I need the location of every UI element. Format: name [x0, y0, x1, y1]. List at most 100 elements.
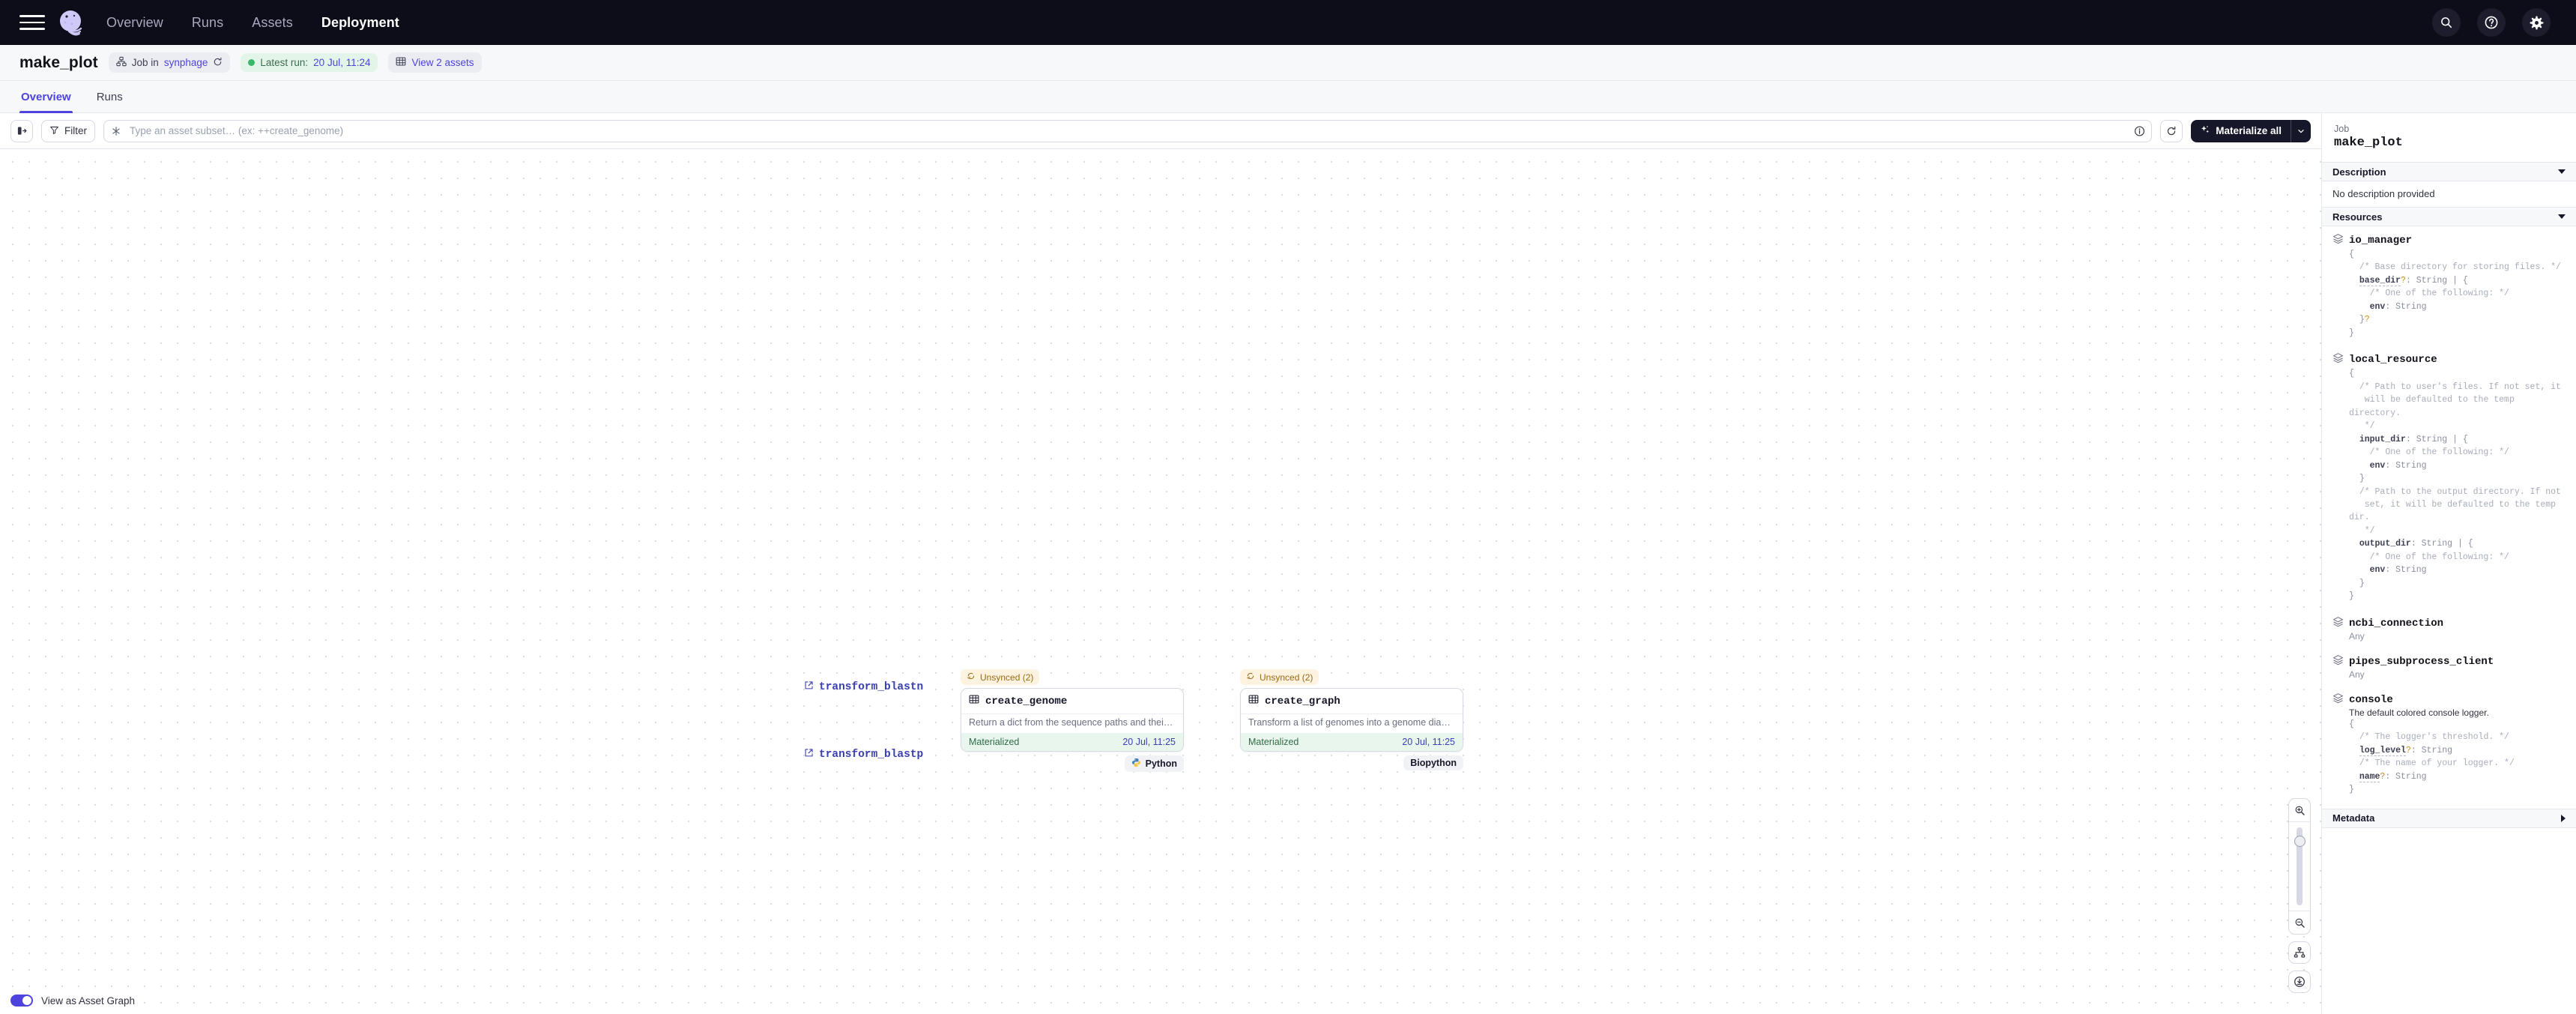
search-input[interactable]: [103, 119, 2153, 142]
asset-card-title: create_graph: [1241, 689, 1463, 713]
page-body: Filter Type an asset subset… (ex: ++crea…: [0, 113, 2576, 1014]
asset-card[interactable]: create_graph Transform a list of genomes…: [1240, 688, 1463, 752]
resource-config-type: Any: [2349, 669, 2365, 680]
asset-node-create-graph[interactable]: Unsynced (2) create_graph Transform a li…: [1240, 669, 1463, 770]
view-as-asset-graph-label: View as Asset Graph: [41, 995, 136, 1007]
nav-link-runs[interactable]: Runs: [192, 15, 223, 31]
zoom-in-icon[interactable]: [2289, 799, 2310, 821]
resource-name: ncbi_connection: [2349, 617, 2444, 630]
resource-header[interactable]: console: [2332, 692, 2566, 707]
nav-link-deployment[interactable]: Deployment: [321, 15, 399, 31]
dagster-logo[interactable]: [55, 7, 85, 37]
zoom-slider[interactable]: [2289, 821, 2310, 911]
upstream-asset-transform-blastp[interactable]: transform_blastp: [804, 748, 923, 761]
external-link-icon: [804, 748, 814, 761]
latest-run-timestamp[interactable]: 20 Jul, 11:24: [313, 57, 370, 68]
help-icon[interactable]: [2477, 8, 2506, 37]
zoom-slider-knob[interactable]: [2294, 836, 2306, 847]
asset-status-row: Materialized 20 Jul, 11:25: [961, 733, 1183, 751]
resource-item-pipes-subprocess-client: pipes_subprocess_client Any: [2322, 654, 2576, 686]
menu-icon[interactable]: [19, 10, 45, 35]
upstream-asset-label: transform_blastn: [819, 681, 924, 693]
tab-runs[interactable]: Runs: [95, 81, 124, 112]
panel-toggle-icon[interactable]: [10, 119, 33, 142]
section-header-metadata[interactable]: Metadata: [2322, 808, 2576, 828]
asset-card[interactable]: create_genome Return a dict from the seq…: [961, 688, 1184, 752]
latest-run-chip[interactable]: Latest run: 20 Jul, 11:24: [241, 53, 378, 72]
materialize-all-main[interactable]: Materialize all: [2191, 120, 2291, 142]
section-title-description: Description: [2332, 166, 2386, 178]
sidebar-header: Job make_plot: [2322, 113, 2576, 162]
materialize-all-button[interactable]: Materialize all: [2191, 119, 2311, 142]
asset-node-create-genome[interactable]: Unsynced (2) create_genome Return a dict…: [961, 669, 1184, 772]
chevron-down-icon[interactable]: [2558, 214, 2566, 219]
materialize-all-label: Materialize all: [2216, 125, 2282, 136]
gear-icon[interactable]: [2522, 8, 2551, 37]
resource-name: local_resource: [2349, 354, 2437, 366]
job-location-link[interactable]: synphage: [164, 57, 208, 68]
resource-header[interactable]: local_resource: [2332, 352, 2566, 367]
resource-name: io_manager: [2349, 235, 2413, 247]
resource-icon: [2332, 352, 2344, 367]
section-title-metadata: Metadata: [2332, 812, 2375, 824]
download-icon[interactable]: [2288, 971, 2311, 993]
resource-header[interactable]: ncbi_connection: [2332, 616, 2566, 631]
sidebar-kicker: Job: [2334, 124, 2350, 134]
asset-kind-tag-biopython[interactable]: Biopython: [1403, 755, 1463, 770]
tab-overview[interactable]: Overview: [19, 81, 73, 113]
sidebar-job-name: make_plot: [2334, 136, 2403, 150]
resource-icon: [2332, 692, 2344, 707]
resources-list: io_manager { /* Base directory for stori…: [2322, 226, 2576, 803]
resource-name: pipes_subprocess_client: [2349, 655, 2494, 668]
section-header-description[interactable]: Description: [2322, 162, 2576, 181]
top-nav-links: Overview Runs Assets Deployment: [106, 15, 399, 31]
refresh-icon[interactable]: [213, 57, 223, 69]
asset-status-timestamp[interactable]: 20 Jul, 11:25: [1122, 737, 1176, 747]
job-graph-icon: [116, 56, 127, 69]
job-location-chip[interactable]: Job in synphage: [108, 52, 231, 73]
resource-description: The default colored console logger.: [2349, 707, 2489, 718]
info-icon[interactable]: [2134, 125, 2145, 136]
filter-label: Filter: [64, 125, 87, 136]
external-link-icon: [804, 680, 814, 694]
job-details-sidebar: Job make_plot Description No description…: [2321, 113, 2576, 1014]
layout-icon[interactable]: [2288, 941, 2311, 964]
search-icon[interactable]: [2432, 8, 2461, 37]
chevron-down-icon[interactable]: [2291, 120, 2311, 142]
asset-graph-canvas[interactable]: transform_blastn transform_blastp Unsync…: [0, 149, 2321, 1014]
description-body: No description provided: [2332, 188, 2435, 199]
status-badge[interactable]: Unsynced (2): [1240, 669, 1319, 685]
section-header-resources[interactable]: Resources: [2322, 207, 2576, 226]
view-assets-label[interactable]: View 2 assets: [411, 57, 474, 68]
resource-config-schema: { /* Path to user's files. If not set, i…: [2349, 369, 2561, 602]
view-assets-chip[interactable]: View 2 assets: [388, 52, 482, 73]
nav-link-assets[interactable]: Assets: [252, 15, 293, 31]
filter-button[interactable]: Filter: [41, 119, 95, 142]
nav-link-overview[interactable]: Overview: [106, 15, 163, 31]
resource-icon: [2332, 616, 2344, 631]
resource-header[interactable]: io_manager: [2332, 233, 2566, 248]
unsynced-icon: [967, 672, 976, 683]
resource-config-schema: { /* The logger's threshold. */ log_leve…: [2349, 719, 2515, 795]
status-badge-label: Unsynced (2): [980, 672, 1034, 683]
job-location-prefix: Job in: [131, 57, 159, 68]
resource-icon: [2332, 233, 2344, 248]
asset-kind-label: Biopython: [1410, 758, 1457, 768]
refresh-button[interactable]: [2160, 119, 2183, 142]
upstream-asset-label: transform_blastp: [819, 749, 924, 761]
upstream-asset-transform-blastn[interactable]: transform_blastn: [804, 680, 923, 694]
asset-status-timestamp[interactable]: 20 Jul, 11:25: [1402, 737, 1455, 747]
resource-item-ncbi-connection: ncbi_connection Any: [2322, 616, 2576, 648]
filter-icon: [49, 125, 59, 137]
graph-pane: Filter Type an asset subset… (ex: ++crea…: [0, 113, 2321, 1014]
asset-description: Return a dict from the sequence paths an…: [961, 713, 1183, 733]
asset-status-row: Materialized 20 Jul, 11:25: [1241, 733, 1463, 751]
zoom-out-icon[interactable]: [2289, 911, 2310, 934]
chevron-right-icon[interactable]: [2561, 814, 2566, 822]
dagster-app: Overview Runs Assets Deployment make_plo…: [0, 0, 2576, 1014]
asset-kind-tag-python[interactable]: Python: [1124, 755, 1184, 772]
status-badge[interactable]: Unsynced (2): [961, 669, 1040, 685]
view-as-asset-graph-toggle[interactable]: [10, 995, 33, 1007]
resource-header[interactable]: pipes_subprocess_client: [2332, 654, 2566, 669]
chevron-down-icon[interactable]: [2558, 169, 2566, 174]
